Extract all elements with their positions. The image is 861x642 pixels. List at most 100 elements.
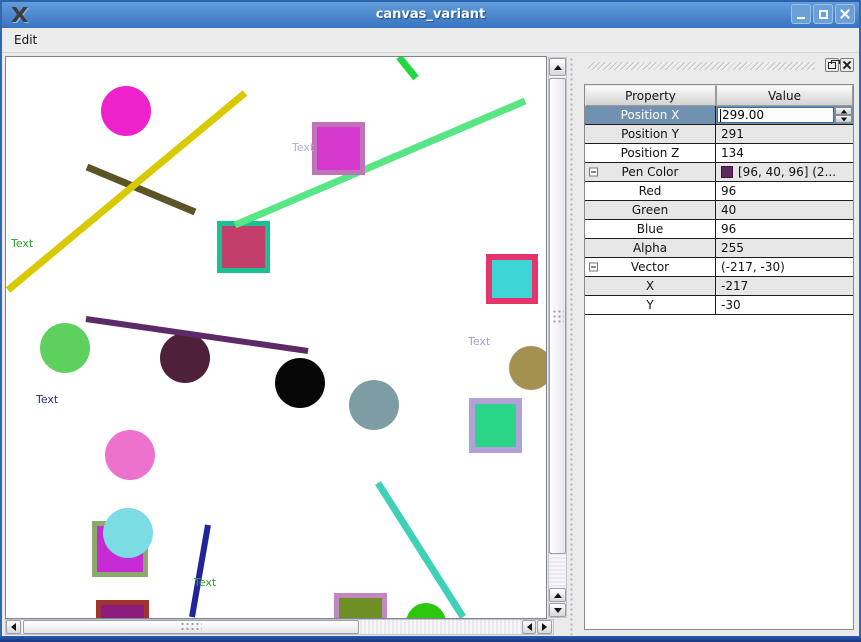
property-value[interactable]: 255: [716, 239, 853, 257]
dock-close-button[interactable]: [840, 58, 854, 72]
green-half-circle[interactable]: [406, 603, 446, 618]
spin-down-button[interactable]: [835, 115, 852, 123]
khaki-circle[interactable]: [509, 346, 546, 390]
scroll-left-button-2[interactable]: [522, 620, 536, 634]
text-label-navy[interactable]: Text: [35, 393, 59, 406]
window-border-left: [0, 0, 2, 642]
window-border-bottom: [0, 636, 861, 642]
property-name-text: Green: [632, 203, 668, 217]
property-name-text: Position X: [621, 108, 680, 122]
text-label-lavender-right[interactable]: Text: [467, 335, 491, 348]
property-label: Pen Color: [585, 163, 716, 181]
olive-line[interactable]: [87, 167, 195, 212]
property-value[interactable]: 96: [716, 182, 853, 200]
scroll-up-button-2[interactable]: [549, 588, 566, 602]
property-name-text: Red: [639, 184, 662, 198]
scroll-up-button[interactable]: [549, 58, 566, 76]
value-text: -30: [721, 298, 741, 312]
green-segment[interactable]: [399, 57, 416, 78]
property-name-text: Y: [646, 298, 653, 312]
dock-splitter-handle[interactable]: [569, 57, 575, 635]
text-label-green-bottom[interactable]: Text: [193, 576, 217, 589]
magenta-square[interactable]: [315, 125, 363, 173]
maximize-button[interactable]: [813, 4, 833, 24]
property-value[interactable]: [96, 40, 96] (2...: [716, 163, 853, 181]
position-x-spinbox[interactable]: 299.00: [716, 106, 853, 124]
property-value[interactable]: 96: [716, 220, 853, 238]
property-value[interactable]: 299.00: [716, 106, 853, 124]
property-row-position-y[interactable]: Position Y 291: [585, 125, 853, 144]
purple-square[interactable]: [99, 603, 147, 619]
arrow-left-icon: [11, 623, 16, 631]
property-name-text: Vector: [631, 260, 669, 274]
property-row-vector[interactable]: Vector (-217, -30): [585, 258, 853, 277]
dock-title-bar[interactable]: [578, 57, 857, 75]
close-button[interactable]: [835, 4, 855, 24]
emerald-square[interactable]: [472, 401, 519, 450]
collapse-toggle[interactable]: [589, 168, 598, 177]
canvas-viewport[interactable]: Text Text Text Text Text: [5, 56, 547, 619]
position-x-input[interactable]: 299.00: [717, 107, 834, 123]
maroon-circle[interactable]: [160, 333, 210, 383]
header-property[interactable]: Property: [585, 85, 716, 106]
title-bar[interactable]: X canvas_variant: [0, 0, 861, 28]
horizontal-scroll-thumb[interactable]: [23, 620, 359, 634]
property-row-red[interactable]: Red 96: [585, 182, 853, 201]
sky-circle[interactable]: [103, 508, 153, 558]
slate-circle[interactable]: [349, 380, 399, 430]
header-value[interactable]: Value: [716, 85, 853, 106]
green-circle[interactable]: [40, 323, 90, 373]
property-value[interactable]: 134: [716, 144, 853, 162]
turquoise-line[interactable]: [378, 483, 463, 617]
property-row-pen-color[interactable]: Pen Color[96, 40, 96] (2...: [585, 163, 853, 182]
property-row-position-z[interactable]: Position Z134: [585, 144, 853, 163]
text-cursor: [720, 109, 721, 122]
navy-line[interactable]: [192, 525, 208, 617]
property-row-green[interactable]: Green 40: [585, 201, 853, 220]
vertical-scroll-thumb[interactable]: [549, 78, 566, 554]
value-text: 291: [721, 127, 744, 141]
cyan-square[interactable]: [489, 257, 535, 301]
dock-drag-texture[interactable]: [588, 62, 815, 70]
crimson-square[interactable]: [220, 224, 268, 271]
scroll-down-button[interactable]: [549, 603, 566, 617]
black-circle[interactable]: [275, 358, 325, 408]
property-row-blue[interactable]: Blue96: [585, 220, 853, 239]
scroll-right-button[interactable]: [537, 620, 552, 634]
menu-edit[interactable]: Edit: [2, 30, 47, 51]
arrow-down-icon: [840, 117, 846, 121]
property-value[interactable]: 40: [716, 201, 853, 219]
scroll-left-button[interactable]: [6, 620, 21, 634]
spin-up-button[interactable]: [835, 107, 852, 115]
dock-float-button[interactable]: [825, 58, 839, 72]
spring-green-line[interactable]: [235, 101, 525, 225]
value-text: -217: [721, 279, 748, 293]
property-row-alpha[interactable]: Alpha255: [585, 239, 853, 258]
property-label: Position Z: [585, 144, 716, 162]
property-value[interactable]: (-217, -30): [716, 258, 853, 276]
property-value[interactable]: 291: [716, 125, 853, 143]
property-label: X: [585, 277, 716, 295]
olive-square[interactable]: [337, 596, 385, 619]
canvas-scene: Text Text Text Text Text: [6, 57, 546, 618]
property-row-y[interactable]: Y -30: [585, 296, 853, 315]
property-value[interactable]: -30: [716, 296, 853, 314]
close-icon: [840, 9, 850, 19]
text-label-green-left[interactable]: Text: [10, 237, 34, 250]
minimize-icon: [797, 17, 805, 19]
property-row-position-x[interactable]: Position X 299.00: [585, 106, 853, 125]
property-value[interactable]: -217: [716, 277, 853, 295]
text-label-lavender-top[interactable]: Text: [291, 141, 315, 154]
pink-circle[interactable]: [105, 430, 155, 480]
menu-bar: Edit: [2, 28, 859, 53]
value-text: 40: [721, 203, 736, 217]
minimize-button[interactable]: [791, 4, 811, 24]
spinbox-value-text: 299.00: [722, 108, 764, 122]
collapse-toggle[interactable]: [589, 263, 598, 272]
property-row-x[interactable]: X -217: [585, 277, 853, 296]
vertical-scrollbar[interactable]: [548, 57, 567, 618]
arrow-up-icon: [840, 109, 846, 113]
horizontal-scrollbar[interactable]: [5, 619, 554, 635]
property-label: Position Y: [585, 125, 716, 143]
magenta-circle[interactable]: [101, 86, 151, 136]
